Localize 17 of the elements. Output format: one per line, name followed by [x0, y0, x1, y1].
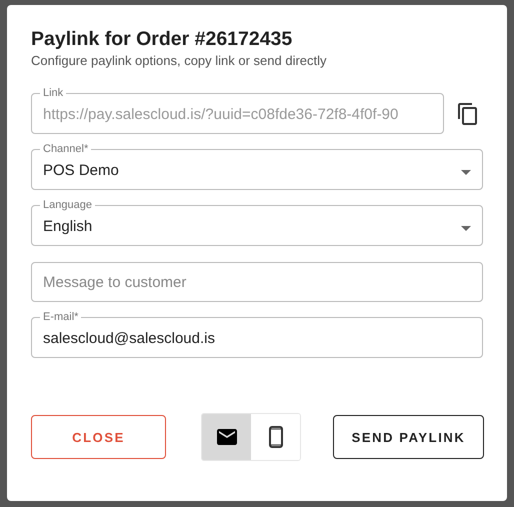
input-field[interactable]: Message to customer	[31, 262, 483, 302]
select-field[interactable]: Channel* POS Demo	[31, 144, 483, 190]
field-label: Language	[42, 200, 93, 211]
field-value: English	[43, 218, 94, 234]
close-button[interactable]: CLOSE	[31, 415, 166, 459]
dialog-subtitle: Configure paylink options, copy link or send directly	[31, 53, 328, 68]
send-paylink-button[interactable]: SEND PAYLINK	[333, 415, 484, 459]
field-value: https://pay.salescloud.is/?uuid=c08fde36-72f8-4f0f-90	[43, 106, 400, 122]
field-label: Link	[42, 88, 64, 99]
field-placeholder: Message to customer	[43, 274, 188, 290]
field-label: E-mail*	[42, 312, 80, 323]
select-field[interactable]: Language English	[31, 200, 483, 246]
dialog-title: Paylink for Order #26172435	[31, 28, 294, 51]
field-value: POS Demo	[43, 162, 120, 178]
field-value: salescloud@salescloud.is	[43, 330, 216, 346]
field-label: Channel*	[42, 144, 90, 155]
input-field[interactable]: E-mail* salescloud@salescloud.is	[31, 312, 483, 358]
